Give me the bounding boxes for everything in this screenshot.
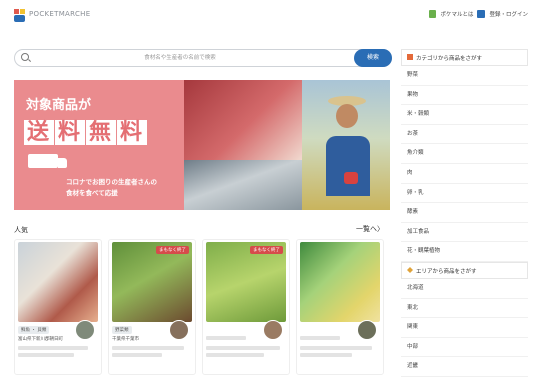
sidebar-item-category[interactable]: 肉 (401, 164, 528, 184)
category-tag: 鮮魚 ・ 貝類 (18, 326, 50, 334)
avatar (169, 320, 189, 340)
title-placeholder (300, 346, 372, 350)
sidebar-item-category[interactable]: 米・穀類 (401, 105, 528, 125)
product-card[interactable]: まもなく終了 (202, 239, 290, 375)
banner-headline: 対象商品が (26, 98, 92, 113)
truck-icon (28, 154, 67, 168)
view-all-link[interactable]: 一覧へ〉 (356, 224, 384, 234)
meat-photo (184, 80, 302, 160)
sidebar-item-category[interactable]: 卵・乳 (401, 184, 528, 204)
product-image[interactable] (300, 242, 380, 322)
banner-char: 料 (55, 120, 86, 145)
banner-free-shipping: 送料無料 (24, 114, 148, 146)
product-image[interactable] (18, 242, 98, 322)
banner-subtext: コロナでお困りの生産者さんの (66, 178, 157, 186)
farmer-glove (344, 172, 358, 184)
avatar (263, 320, 283, 340)
sidebar-item-area[interactable]: 北海道 (401, 279, 528, 299)
sidebar-item-category[interactable]: 酵素 (401, 203, 528, 223)
seller-location: 富山県下新川郡朝日町 (18, 337, 63, 342)
ending-soon-badge: まもなく終了 (156, 246, 189, 254)
logo-icon[interactable] (14, 9, 26, 22)
title-placeholder (112, 346, 184, 350)
avatar (357, 320, 377, 340)
product-card[interactable] (296, 239, 384, 375)
list-icon (407, 54, 413, 60)
category-header: カテゴリから商品をさがす (401, 49, 528, 66)
banner-subtext: 食材を食べて応援 (66, 189, 118, 197)
seller-placeholder (300, 336, 340, 340)
sidebar-item-area[interactable]: 東北 (401, 299, 528, 319)
title-placeholder (300, 353, 352, 357)
seller-location: 千葉県千葉市 (112, 337, 139, 342)
popular-title: 人気 (14, 226, 28, 234)
leaf-icon (429, 10, 437, 18)
banner-char: 料 (117, 120, 148, 145)
product-image[interactable] (206, 242, 286, 322)
product-image[interactable] (112, 242, 192, 322)
area-header-label: エリアから商品をさがす (416, 268, 477, 275)
sidebar-item-category[interactable]: 花・観葉植物 (401, 242, 528, 262)
farmer-face (336, 104, 358, 128)
about-link[interactable]: ポケマルとは (440, 10, 473, 18)
product-card[interactable]: まもなく終了 野菜類 千葉県千葉市 (108, 239, 196, 375)
title-placeholder (112, 353, 162, 357)
product-card[interactable]: 鮮魚 ・ 貝類 富山県下新川郡朝日町 (14, 239, 102, 375)
header-nav: ポケマルとは 登録・ログイン (429, 10, 528, 18)
hero-banner[interactable]: 対象商品が 送料無料 コロナでお困りの生産者さんの 食材を食べて応援 (14, 80, 390, 210)
sidebar-item-category[interactable]: 果物 (401, 86, 528, 106)
banner-char: 無 (86, 120, 117, 145)
title-placeholder (18, 353, 74, 357)
banner-char: 送 (24, 120, 55, 145)
title-placeholder (206, 346, 280, 350)
search-bar[interactable]: 食材名や生産者の名前で検索 検索 (14, 49, 392, 67)
pin-icon (407, 266, 413, 273)
sidebar-item-area[interactable]: 関東 (401, 318, 528, 338)
sidebar-item-category[interactable]: 魚介類 (401, 144, 528, 164)
login-link[interactable]: 登録・ログイン (489, 10, 528, 18)
category-tag: 野菜類 (112, 326, 132, 334)
farmer-body (326, 136, 370, 196)
sidebar-item-category[interactable]: お茶 (401, 125, 528, 145)
avatar (75, 320, 95, 340)
oyster-photo (184, 160, 302, 210)
sidebar-item-area[interactable]: 中部 (401, 338, 528, 358)
sidebar: カテゴリから商品をさがす 野菜 果物 米・穀類 お茶 魚介類 肉 卵・乳 酵素 … (401, 49, 528, 377)
title-placeholder (18, 346, 88, 350)
logo-text[interactable]: POCKETMARCHE (29, 10, 90, 18)
category-header-label: カテゴリから商品をさがす (416, 56, 483, 62)
area-header: エリアから商品をさがす (401, 261, 528, 279)
search-button[interactable]: 検索 (354, 49, 392, 67)
seller-placeholder (206, 336, 246, 340)
search-input[interactable]: 食材名や生産者の名前で検索 (15, 53, 345, 61)
top-header: POCKETMARCHE ポケマルとは 登録・ログイン (0, 0, 542, 34)
ending-soon-badge: まもなく終了 (250, 246, 283, 254)
sidebar-item-area[interactable]: 近畿 (401, 357, 528, 377)
sidebar-item-category[interactable]: 野菜 (401, 66, 528, 86)
sidebar-item-category[interactable]: 加工食品 (401, 223, 528, 243)
user-icon (477, 10, 486, 18)
title-placeholder (206, 353, 264, 357)
